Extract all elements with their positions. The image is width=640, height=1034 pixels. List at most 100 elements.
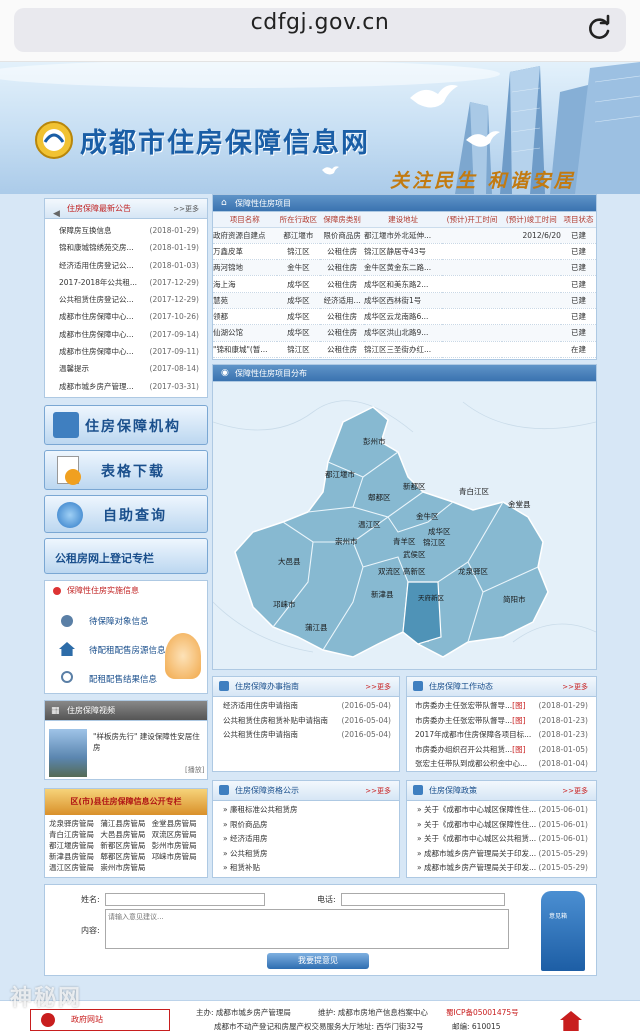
district-label[interactable]: 崇州市 — [335, 536, 358, 546]
bureau-link[interactable]: 金堂县房管局 — [152, 818, 203, 829]
chengdu-district-map[interactable]: 彭州市都江堰市郫都区 新都区青白江区金堂县金牛区成华区 温江区崇州市 青羊区 锦江区武侯… — [213, 382, 596, 668]
bureau-link[interactable]: 郫都区房管局 — [100, 851, 151, 862]
announcement-item[interactable]: 公共租赁住房登记公... (2017-12-29) — [45, 291, 207, 308]
bureau-link[interactable]: 邛崃市房管局 — [152, 851, 203, 862]
announcement-item[interactable]: 成都市城乡房产管理... (2017-03-31) — [45, 378, 207, 395]
district-label[interactable]: 蒲江县 — [305, 622, 328, 632]
table-row[interactable]: 两河锦地 金牛区 公租住房 金牛区黄金东二路... 已建 — [213, 259, 596, 277]
tianfu-new-area-region[interactable] — [402, 581, 442, 645]
eligibility-item[interactable]: » 限价商品房 — [213, 818, 399, 833]
site-title[interactable]: 成都市住房保障信息网 — [80, 121, 370, 160]
guide-item[interactable]: 公共租赁住房申请指南 (2016-05-04) — [213, 728, 399, 743]
district-label[interactable]: 成华区 — [428, 526, 451, 536]
eligibility-item[interactable]: » 租赁补贴 — [213, 861, 399, 876]
eligibility-item[interactable]: » 廉租标准公共租赁房 — [213, 803, 399, 818]
announcement-item[interactable]: 保障房互换信息 (2018-01-29) — [45, 222, 207, 239]
district-label[interactable]: 金牛区 — [416, 511, 439, 521]
district-label[interactable]: 金堂县 — [508, 499, 531, 509]
housing-org-button[interactable]: 住房保障机构 — [44, 405, 208, 445]
announcements-more-link[interactable]: >>更多 — [173, 199, 199, 219]
district-label[interactable]: 邛崃市 — [273, 599, 296, 609]
submit-feedback-button[interactable]: 我要提意见 — [267, 953, 369, 969]
table-row[interactable]: 政府资源自建点 都江堰市 限价商品房 都江堰市外北延伸... 2012/6/20 已建 — [213, 227, 596, 244]
bureau-link[interactable]: 温江区房管局 — [49, 862, 100, 873]
news-item[interactable]: 市房委办主任张宏带队督导...[图] (2018-01-29) — [407, 699, 596, 714]
bureau-link[interactable]: 龙泉驿房管局 — [49, 818, 100, 829]
news-item[interactable]: 市房委办组织召开公共租赁...[图] (2018-01-05) — [407, 743, 596, 758]
news-item[interactable]: 张宏主任带队到成都公积金中心... (2018-01-04) — [407, 757, 596, 772]
announcement-item[interactable]: 成都市住房保障中心... (2017-09-11) — [45, 343, 207, 360]
table-row[interactable]: 仙湖公馆 成华区 公租住房 成华区洪山北路9... 已建 — [213, 324, 596, 342]
bureau-link[interactable]: 双流区房管局 — [152, 829, 203, 840]
guide-more-link[interactable]: >>更多 — [365, 677, 391, 697]
district-label[interactable]: 新津县 — [371, 589, 394, 599]
bureau-link[interactable]: 蒲江县房管局 — [100, 818, 151, 829]
impl-link-1[interactable]: 待保障对象信息 — [89, 615, 149, 627]
policy-item[interactable]: » 成都市城乡房产管理局关于印发... (2015-05-29) — [407, 847, 596, 862]
announcement-item[interactable]: 锦和康城锦绣苑交房... (2018-01-19) — [45, 239, 207, 256]
guide-item[interactable]: 公共租赁住房租赁补贴申请指南 (2016-05-04) — [213, 714, 399, 729]
news-more-link[interactable]: >>更多 — [562, 677, 588, 697]
district-label[interactable]: 都江堰市 — [325, 469, 355, 479]
content-textarea[interactable] — [105, 909, 509, 949]
form-download-button[interactable]: 表格下载 — [44, 450, 208, 490]
video-caption[interactable]: "样板房先行" 建设保障性安居住房 — [93, 731, 203, 753]
guide-item[interactable]: 经济适用住房申请指南 (2016-05-04) — [213, 699, 399, 714]
name-input[interactable] — [105, 893, 265, 906]
district-label[interactable]: 龙泉驿区 — [458, 566, 488, 576]
phone-input[interactable] — [341, 893, 505, 906]
district-label[interactable]: 简阳市 — [503, 594, 526, 604]
rental-registration-button[interactable]: 公租房网上登记专栏 — [44, 538, 208, 574]
announcement-item[interactable]: 2017-2018年公共租... (2017-12-29) — [45, 274, 207, 291]
district-label[interactable]: 天府新区 — [418, 593, 445, 602]
policy-more-link[interactable]: >>更多 — [562, 781, 588, 801]
bureau-link[interactable]: 青白江房管局 — [49, 829, 100, 840]
district-label[interactable]: 双流区 — [378, 566, 401, 576]
announcement-item[interactable]: 成都市住房保障中心... (2017-10-26) — [45, 308, 207, 325]
policy-item[interactable]: » 关于《成都市中心城区保障性住... (2015-06-01) — [407, 818, 596, 833]
district-label[interactable]: 郫都区 — [368, 492, 391, 502]
bureau-link[interactable]: 都江堰房管局 — [49, 840, 100, 851]
bureau-link[interactable]: 大邑县房管局 — [100, 829, 151, 840]
video-play-link[interactable]: [播放] — [185, 765, 204, 775]
policy-item[interactable]: » 成都市城乡房产管理局关于印发... (2015-05-29) — [407, 861, 596, 876]
map-region-fill[interactable] — [234, 406, 549, 658]
district-label[interactable]: 青白江区 — [459, 486, 489, 496]
bureau-link[interactable]: 新津县房管局 — [49, 851, 100, 862]
police-badge-icon[interactable] — [560, 1011, 582, 1031]
district-label[interactable]: 大邑县 — [278, 556, 301, 566]
self-query-button[interactable]: 自助查询 — [44, 495, 208, 533]
news-item[interactable]: 市房委办主任张宏带队督导...[图] (2018-01-23) — [407, 714, 596, 729]
district-label[interactable]: 彭州市 — [363, 436, 386, 446]
gov-site-badge[interactable]: 政府网站 — [30, 1009, 170, 1031]
video-thumbnail[interactable] — [49, 729, 87, 777]
district-label[interactable]: 武侯区 — [403, 549, 426, 559]
impl-link-2[interactable]: 待配租配售房源信息 — [89, 644, 166, 656]
footer-icp-link[interactable]: 蜀ICP备05001475号 — [446, 1007, 519, 1018]
eligibility-more-link[interactable]: >>更多 — [365, 781, 391, 801]
policy-item[interactable]: » 关于《成都市中心城区公共租赁... (2015-06-01) — [407, 832, 596, 847]
bureau-link[interactable]: 彭州市房管局 — [152, 840, 203, 851]
impl-link-3[interactable]: 配租配售结果信息 — [89, 673, 157, 685]
district-label[interactable]: 青羊区 — [393, 536, 416, 546]
table-row[interactable]: 万鑫皮革 锦江区 公租住房 锦江区静居寺43号 已建 — [213, 243, 596, 261]
eligibility-item[interactable]: » 公共租赁房 — [213, 847, 399, 862]
bureau-link[interactable]: 崇州市房管局 — [100, 862, 151, 873]
reload-icon[interactable] — [586, 14, 614, 42]
bureau-link[interactable]: 新都区房管局 — [100, 840, 151, 851]
announcement-item[interactable]: 成都市住房保障中心... (2017-09-14) — [45, 326, 207, 343]
table-row[interactable]: "锦和康城"(暂... 锦江区 公租住房 锦江区三圣街办红... 在建 — [213, 341, 596, 358]
announcement-item[interactable]: 经济适用住房登记公... (2018-01-03) — [45, 257, 207, 274]
table-row[interactable]: 领都 成华区 公租住房 成华区云龙南路6... 已建 — [213, 308, 596, 326]
district-label[interactable]: 锦江区 — [423, 537, 446, 547]
news-item[interactable]: 2017年成都市住房保障各项目标... (2018-01-23) — [407, 728, 596, 743]
eligibility-item[interactable]: » 经济适用房 — [213, 832, 399, 847]
table-row[interactable]: 海上海 成华区 公租住房 成华区和美东路2... 已建 — [213, 275, 596, 293]
table-row[interactable]: 慧苑 成华区 经济适用... 成华区西林街1号 已建 — [213, 292, 596, 309]
policy-item[interactable]: » 关于《成都市中心城区保障性住... (2015-06-01) — [407, 803, 596, 818]
district-label[interactable]: 高新区 — [403, 566, 426, 576]
district-label[interactable]: 温江区 — [358, 520, 381, 529]
district-label[interactable]: 新都区 — [403, 481, 426, 491]
announcement-item[interactable]: 温馨提示 (2017-08-14) — [45, 360, 207, 377]
url-text[interactable]: cdfgj.gov.cn — [0, 10, 640, 35]
